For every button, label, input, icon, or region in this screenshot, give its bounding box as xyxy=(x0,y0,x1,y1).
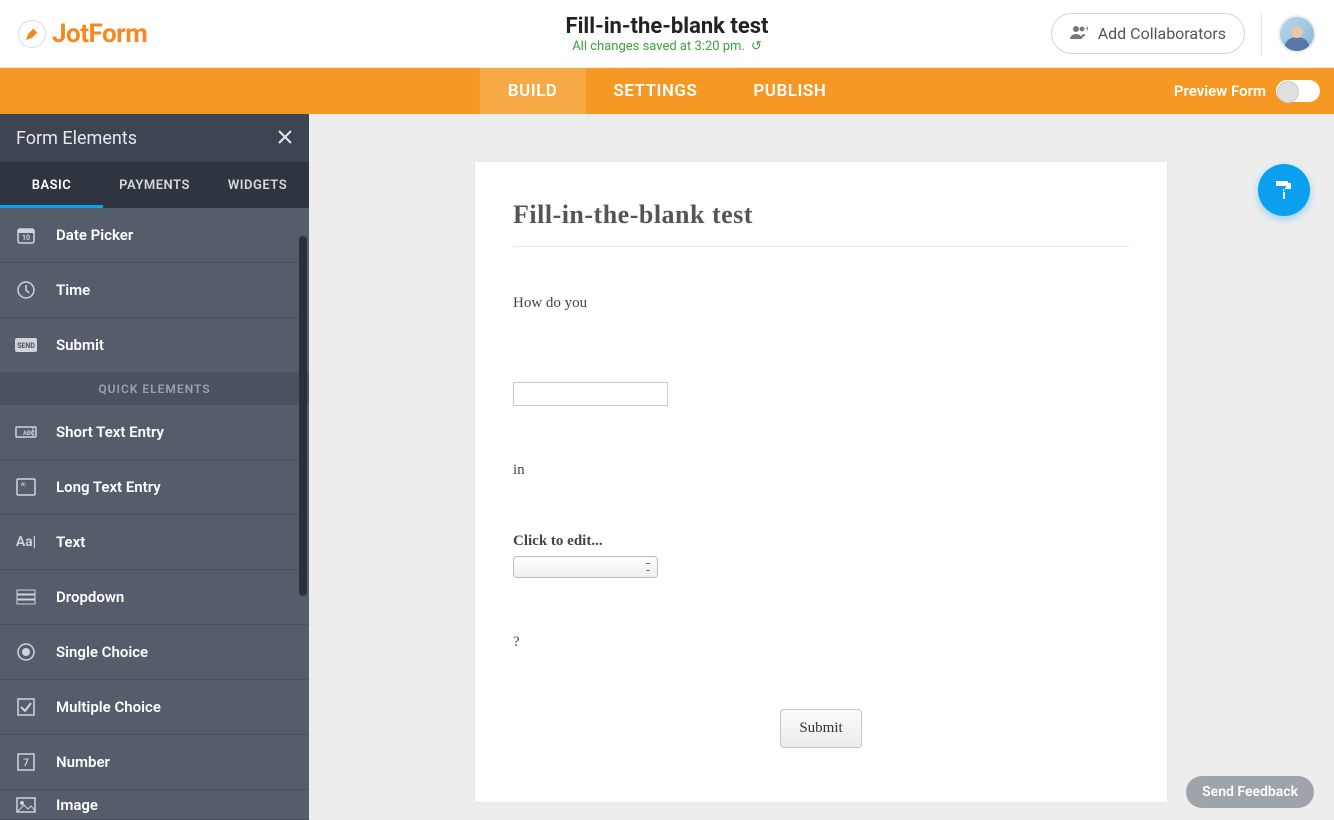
form-card[interactable]: Fill-in-the-blank test How do you in Cli… xyxy=(475,162,1167,802)
undo-icon[interactable]: ↺ xyxy=(751,39,762,54)
blank-input-1[interactable] xyxy=(513,382,668,406)
element-multiple-choice[interactable]: Multiple Choice xyxy=(0,680,309,735)
dropdown-icon xyxy=(14,589,38,605)
form-title[interactable]: Fill-in-the-blank test xyxy=(513,200,1129,247)
clock-icon xyxy=(14,280,38,300)
form-elements-panel: Form Elements BASIC PAYMENTS WIDGETS 10 … xyxy=(0,114,309,820)
logo-text: JotForm xyxy=(52,19,147,49)
element-time[interactable]: Time xyxy=(0,263,309,318)
text-block-2[interactable]: in xyxy=(513,462,1129,479)
calendar-icon: 10 xyxy=(14,225,38,245)
svg-text:7: 7 xyxy=(23,758,29,769)
user-avatar[interactable] xyxy=(1278,15,1316,53)
logo[interactable]: JotForm xyxy=(18,19,147,49)
submit-button[interactable]: Submit xyxy=(780,709,861,748)
add-collaborators-button[interactable]: + Add Collaborators xyxy=(1051,13,1245,54)
number-icon: 7 xyxy=(14,753,38,771)
logo-pencil-icon xyxy=(18,20,46,48)
element-number[interactable]: 7 Number xyxy=(0,735,309,790)
svg-text:SEND: SEND xyxy=(17,342,35,350)
collaborators-icon: + xyxy=(1070,24,1088,43)
preview-form-control: Preview Form xyxy=(1174,68,1334,114)
text-block-3[interactable]: ? xyxy=(513,634,1129,651)
preview-toggle[interactable] xyxy=(1276,80,1320,102)
text-icon: Aa| xyxy=(14,534,38,550)
nav-bar: BUILD SETTINGS PUBLISH Preview Form xyxy=(0,68,1334,114)
panel-title: Form Elements xyxy=(16,128,137,149)
send-icon: SEND xyxy=(14,338,38,352)
sidebar-scrollbar[interactable] xyxy=(297,208,309,820)
dropdown-label[interactable]: Click to edit... xyxy=(513,533,1129,550)
element-image[interactable]: Image xyxy=(0,790,309,820)
sidebar-tab-payments[interactable]: PAYMENTS xyxy=(103,162,206,208)
form-canvas: Fill-in-the-blank test How do you in Cli… xyxy=(309,114,1334,820)
svg-text:10: 10 xyxy=(22,234,30,242)
save-status: All changes saved at 3:20 pm. ↺ xyxy=(566,39,769,54)
form-title-header[interactable]: Fill-in-the-blank test xyxy=(566,14,769,39)
collaborators-label: Add Collaborators xyxy=(1098,24,1226,43)
quick-elements-header: QUICK ELEMENTS xyxy=(0,373,309,405)
short-text-icon: ABC xyxy=(14,424,38,440)
top-bar: JotForm Fill-in-the-blank test All chang… xyxy=(0,0,1334,68)
text-block-1[interactable]: How do you xyxy=(513,295,1129,312)
element-submit[interactable]: SEND Submit xyxy=(0,318,309,373)
preview-label: Preview Form xyxy=(1174,82,1266,100)
sidebar-tab-basic[interactable]: BASIC xyxy=(0,162,103,208)
element-short-text[interactable]: ABC Short Text Entry xyxy=(0,405,309,460)
radio-icon xyxy=(14,642,38,662)
image-icon xyxy=(14,797,38,813)
divider xyxy=(1261,12,1262,56)
close-icon[interactable] xyxy=(277,126,293,150)
tab-publish[interactable]: PUBLISH xyxy=(725,68,854,114)
dropdown-field[interactable] xyxy=(513,556,658,578)
form-designer-fab[interactable] xyxy=(1258,164,1310,216)
tab-build[interactable]: BUILD xyxy=(480,68,586,114)
svg-text:+: + xyxy=(1085,25,1088,33)
element-long-text[interactable]: A| Long Text Entry xyxy=(0,460,309,515)
sidebar-tab-widgets[interactable]: WIDGETS xyxy=(206,162,309,208)
title-block: Fill-in-the-blank test All changes saved… xyxy=(566,14,769,54)
checkbox-icon xyxy=(14,698,38,716)
element-dropdown[interactable]: Dropdown xyxy=(0,570,309,625)
element-single-choice[interactable]: Single Choice xyxy=(0,625,309,680)
svg-text:A|: A| xyxy=(21,482,26,488)
element-date-picker[interactable]: 10 Date Picker xyxy=(0,208,309,263)
long-text-icon: A| xyxy=(14,478,38,496)
element-text[interactable]: Aa| Text xyxy=(0,515,309,570)
paint-roller-icon xyxy=(1272,178,1296,202)
elements-list: 10 Date Picker Time SEND Submit QUICK EL… xyxy=(0,208,309,820)
tab-settings[interactable]: SETTINGS xyxy=(585,68,725,114)
send-feedback-button[interactable]: Send Feedback xyxy=(1186,776,1314,808)
